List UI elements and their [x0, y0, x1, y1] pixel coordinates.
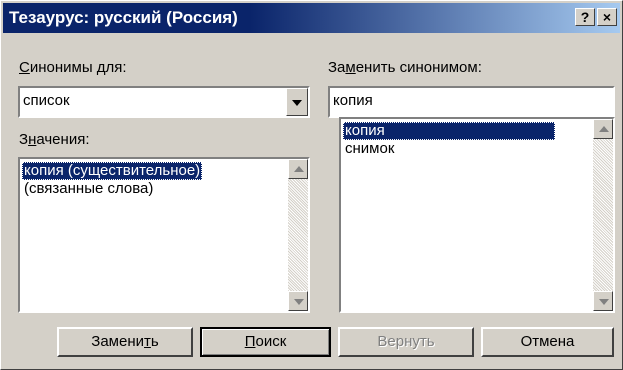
synonyms-for-value[interactable]: список — [23, 92, 70, 109]
cancel-button[interactable]: Отмена — [481, 327, 614, 357]
list-item[interactable]: (связанные слова) — [22, 180, 155, 198]
scroll-up-button[interactable] — [288, 159, 308, 179]
replace-with-listbox[interactable]: копия снимок — [339, 117, 615, 313]
scroll-down-button[interactable] — [288, 291, 308, 311]
replace-with-input[interactable]: копия — [328, 86, 615, 118]
label-part: З — [19, 131, 29, 148]
accelerator-key: С — [19, 59, 30, 76]
accelerator-key: П — [244, 333, 256, 350]
label-part: ачения: — [36, 131, 90, 148]
accelerator-key: т — [144, 333, 151, 350]
dropdown-button[interactable] — [286, 88, 308, 116]
list-item[interactable]: копия — [343, 122, 555, 140]
button-label: Замени — [91, 333, 145, 350]
window-title: Тезаурус: русский (Россия) — [9, 8, 238, 27]
scroll-down-button[interactable] — [593, 291, 613, 311]
help-button[interactable]: ? — [575, 8, 595, 26]
chevron-down-icon — [599, 299, 609, 305]
synonyms-for-label: Синонимы для: — [19, 59, 127, 76]
list-item[interactable]: копия (существительное) — [22, 162, 203, 180]
list-item[interactable]: снимок — [343, 140, 396, 158]
replace-with-label: Заменить синонимом: — [328, 59, 482, 76]
chevron-up-icon — [294, 166, 304, 172]
close-button[interactable]: × — [597, 8, 617, 26]
button-label: оиск — [255, 333, 287, 350]
synonyms-for-combobox[interactable]: список — [18, 86, 310, 118]
label-part: инонимы для: — [29, 59, 127, 76]
meanings-scrollbar[interactable] — [288, 159, 308, 311]
chevron-down-icon — [292, 100, 302, 106]
meanings-label: Значения: — [19, 131, 89, 148]
replace-with-value[interactable]: копия — [333, 92, 373, 109]
chevron-up-icon — [599, 126, 609, 132]
chevron-down-icon — [294, 299, 304, 305]
meanings-listbox[interactable]: копия (существительное) (связанные слова… — [18, 157, 310, 313]
label-part: енить синонимом: — [355, 59, 482, 76]
button-label: ь — [150, 333, 159, 350]
search-button[interactable]: Поиск — [200, 327, 331, 357]
back-button[interactable]: Вернуть — [338, 327, 474, 357]
label-part: За — [328, 59, 346, 76]
title-bar[interactable]: Тезаурус: русский (Россия) ? × — [3, 3, 620, 33]
replace-button[interactable]: Заменить — [57, 327, 193, 357]
thesaurus-dialog: Тезаурус: русский (Россия) ? × Синонимы … — [0, 0, 623, 370]
replace-with-scrollbar[interactable] — [593, 119, 613, 311]
accelerator-key: м — [345, 59, 356, 76]
scroll-up-button[interactable] — [593, 119, 613, 139]
